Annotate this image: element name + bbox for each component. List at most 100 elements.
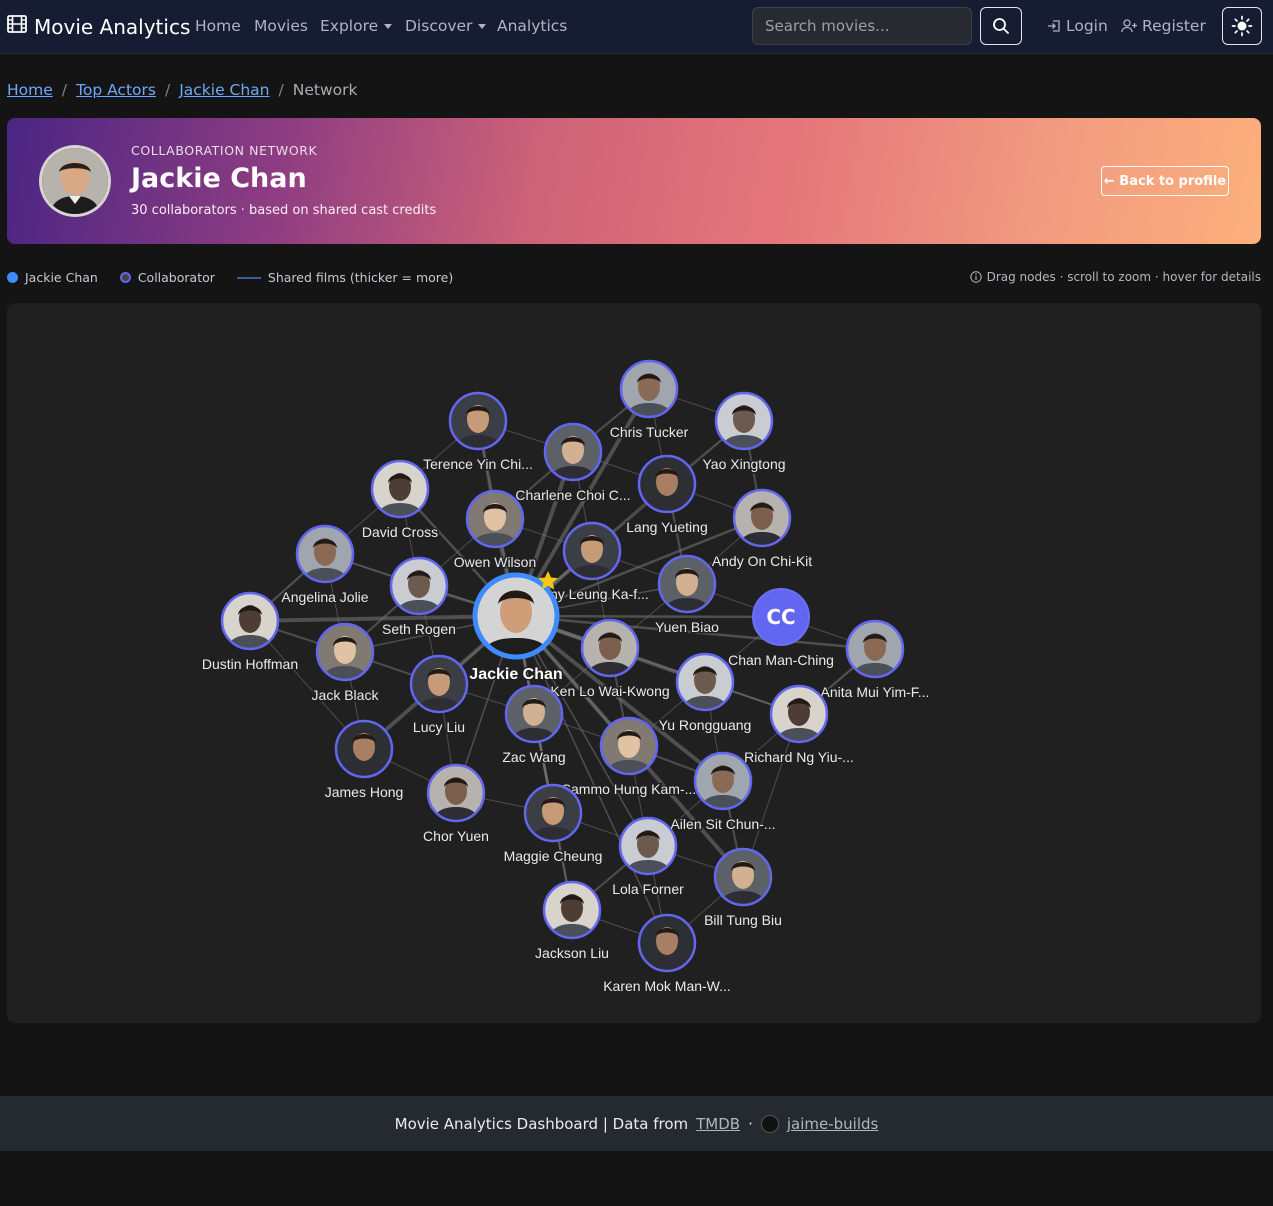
graph-hint: Drag nodes · scroll to zoom · hover for … xyxy=(969,270,1261,284)
register-label: Register xyxy=(1142,17,1206,35)
back-to-profile-button[interactable]: ← Back to profile xyxy=(1101,166,1229,196)
author-link[interactable]: jaime-builds xyxy=(787,1115,878,1133)
node-label: Chan Man-Ching xyxy=(728,652,834,668)
node-label: Maggie Cheung xyxy=(504,848,603,864)
node-label: James Hong xyxy=(325,784,404,800)
collaborator-node[interactable]: Chris Tucker xyxy=(608,359,690,442)
node-label: Lang Yueting xyxy=(626,519,708,535)
hero-subtitle: 30 collaborators · based on shared cast … xyxy=(131,203,437,218)
breadcrumb-separator: / xyxy=(164,81,171,99)
collaborator-node[interactable]: Seth Rogen xyxy=(381,556,457,639)
collaborator-node[interactable]: Bill Tung Biu xyxy=(703,847,783,930)
page-bottom xyxy=(0,1151,1273,1206)
nav-discover[interactable]: Discover xyxy=(405,17,487,35)
node-label: Jack Black xyxy=(312,687,380,703)
legend-center-swatch xyxy=(7,272,18,283)
legend-center: Jackie Chan xyxy=(7,270,98,285)
node-layer: Chris Tucker Terence Yin Chi... Yao Xingto… xyxy=(200,359,931,996)
collaborator-node[interactable]: Anita Mui Yim-F... xyxy=(819,619,931,702)
node-label: Seth Rogen xyxy=(382,621,456,637)
node-label: Lucy Liu xyxy=(413,719,465,735)
collaborator-node[interactable]: Lang Yueting xyxy=(625,454,709,537)
collaborator-node[interactable]: Angelina Jolie xyxy=(280,524,370,607)
search-input[interactable] xyxy=(752,7,972,45)
legend-collaborator-label: Collaborator xyxy=(137,270,215,285)
hero-banner: COLLABORATION NETWORK Jackie Chan 30 col… xyxy=(7,118,1261,244)
search-icon xyxy=(993,18,1009,34)
legend-center-label: Jackie Chan xyxy=(25,270,98,285)
node-label: Chor Yuen xyxy=(423,828,489,844)
node-label: Angelina Jolie xyxy=(281,589,368,605)
nav-home[interactable]: Home xyxy=(195,17,241,35)
info-icon xyxy=(969,271,982,283)
page-title: Jackie Chan xyxy=(131,163,307,194)
brand-link[interactable]: Movie Analytics xyxy=(6,13,190,40)
legend-edge-swatch xyxy=(236,276,261,279)
node-label: Terence Yin Chi... xyxy=(423,456,533,472)
register-link[interactable]: Register xyxy=(1121,17,1206,35)
legend-edges-label: Shared films (thicker = more) xyxy=(267,270,454,285)
node-label: Jackson Liu xyxy=(535,945,609,961)
collaborator-node[interactable]: Jackson Liu xyxy=(534,880,610,963)
node-label: Bill Tung Biu xyxy=(704,912,782,928)
node-label: Owen Wilson xyxy=(454,554,536,570)
graph-legend: Jackie Chan Collaborator Shared films (t… xyxy=(7,270,475,285)
legend-collaborator-swatch xyxy=(119,272,131,283)
film-icon xyxy=(6,13,28,40)
node-label: Ken Lo Wai-Kwong xyxy=(550,683,669,699)
node-label: Yao Xingtong xyxy=(702,456,785,472)
node-label: Dustin Hoffman xyxy=(202,656,298,672)
node-label: Anita Mui Yim-F... xyxy=(821,684,930,700)
collaborator-node[interactable]: Andy On Chi-Kit xyxy=(710,488,814,571)
node-label: David Cross xyxy=(362,524,438,540)
node-label: Andy On Chi-Kit xyxy=(712,553,812,569)
collaborator-node[interactable]: Zac Wang xyxy=(501,684,567,767)
chevron-down-icon xyxy=(478,24,487,29)
breadcrumb-top-actors[interactable]: Top Actors xyxy=(76,81,156,99)
center-label: Jackie Chan xyxy=(469,666,562,683)
actor-avatar xyxy=(39,145,111,217)
github-avatar-icon xyxy=(760,1114,779,1133)
nav-analytics[interactable]: Analytics xyxy=(497,17,567,35)
node-label: Charlene Choi C... xyxy=(515,487,630,503)
center-node[interactable]: Jackie Chan xyxy=(468,571,564,685)
footer-separator: · xyxy=(748,1114,753,1133)
nav-explore-label: Explore xyxy=(320,17,379,35)
network-svg[interactable]: Chris Tucker Terence Yin Chi... Yao Xingto… xyxy=(7,303,1261,1023)
brand-label: Movie Analytics xyxy=(34,14,191,39)
footer: Movie Analytics Dashboard | Data from TM… xyxy=(0,1096,1273,1151)
breadcrumb-actor[interactable]: Jackie Chan xyxy=(179,81,269,99)
nav-movies[interactable]: Movies xyxy=(254,17,308,35)
breadcrumb-home[interactable]: Home xyxy=(7,81,53,99)
collaborator-node[interactable]: CC Chan Man-Ching xyxy=(727,588,835,670)
collaborator-node[interactable]: James Hong xyxy=(323,719,405,802)
collaborator-node[interactable]: Lucy Liu xyxy=(409,654,469,737)
node-label: Yu Rongguang xyxy=(659,717,752,733)
tmdb-link[interactable]: TMDB xyxy=(696,1115,740,1133)
login-icon xyxy=(1048,20,1060,32)
collaborator-node[interactable]: Yuen Biao xyxy=(654,554,721,637)
legend-edges: Shared films (thicker = more) xyxy=(236,270,454,285)
collaborator-node[interactable]: Jack Black xyxy=(310,622,381,705)
node-label: Zac Wang xyxy=(502,749,565,765)
search-button[interactable] xyxy=(980,7,1022,45)
breadcrumb-current: Network xyxy=(292,81,358,99)
node-label: Lola Forner xyxy=(612,881,684,897)
node-label: Yuen Biao xyxy=(655,619,719,635)
login-link[interactable]: Login xyxy=(1046,17,1108,35)
node-label: Karen Mok Man-W... xyxy=(603,978,731,994)
sun-icon xyxy=(1231,15,1253,37)
network-graph[interactable]: Chris Tucker Terence Yin Chi... Yao Xingto… xyxy=(7,303,1261,1023)
graph-hint-text: Drag nodes · scroll to zoom · hover for … xyxy=(986,270,1261,284)
theme-toggle-button[interactable] xyxy=(1222,7,1262,45)
nav-discover-label: Discover xyxy=(405,17,473,35)
collaborator-node[interactable]: Chor Yuen xyxy=(422,763,490,846)
legend-collaborator: Collaborator xyxy=(119,270,215,285)
chevron-down-icon xyxy=(384,24,393,29)
breadcrumb-separator: / xyxy=(61,81,68,99)
nav-explore[interactable]: Explore xyxy=(320,17,393,35)
node-label: Richard Ng Yiu-... xyxy=(744,749,854,765)
collaborator-node[interactable]: David Cross xyxy=(360,459,440,542)
collaborator-node[interactable]: Yao Xingtong xyxy=(701,391,787,474)
collaborator-node[interactable]: Terence Yin Chi... xyxy=(422,391,534,474)
